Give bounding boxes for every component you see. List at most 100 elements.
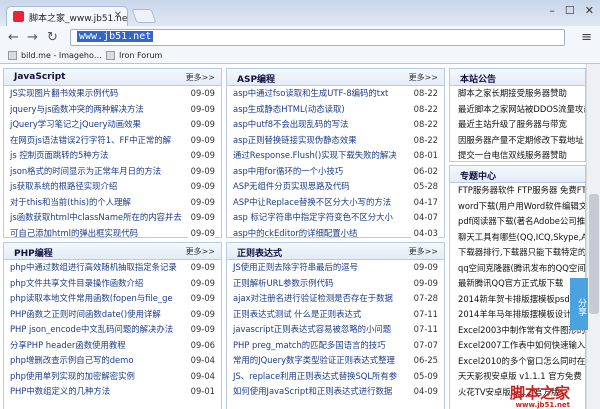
article-item[interactable]: jquery与js函数冲突的两种解决方法 09-09 (4, 101, 221, 117)
back-arrow-icon[interactable]: ← (8, 30, 19, 45)
article-item[interactable]: 如何使用JavaScript和正则表达式进行数据 04-09 (227, 384, 444, 400)
more-link[interactable]: 更多>> (186, 72, 215, 83)
article-item[interactable]: JS使用正则去除字符串最后的逗号 09-09 (227, 260, 444, 276)
notice-section: 本站公告 脚本之家长期接受服务器赞助 最近脚本之家网站被DDOS流量攻击 最近主… (449, 68, 586, 162)
topic-item[interactable]: qq空间克隆器(腾讯发布的QQ空间 (450, 261, 585, 277)
address-bar[interactable]: www.jb51.net (70, 29, 565, 46)
forward-arrow-icon[interactable]: → (27, 30, 38, 45)
new-tab-button[interactable] (131, 9, 157, 23)
section-title: ASP编程 (237, 75, 276, 85)
title-bar: 脚本之家_www.jb51.net ✕ – ☐ ✕ (0, 0, 600, 26)
site-watermark: 脚本之家 www.jb51.net (510, 382, 570, 409)
article-item[interactable]: 可自己添加html的弹出框实现代码 09-09 (4, 225, 221, 241)
topic-item[interactable]: Excel2003中制作常有文件图形的方 (450, 323, 585, 339)
article-item[interactable]: PHP函数之正则时间函数date()使用详解 09-09 (4, 306, 221, 322)
article-item[interactable]: 正则表达式测试 什么是正则表达式 07-11 (227, 306, 444, 322)
article-item[interactable]: js 控制页面跳转的5种方法 09-09 (4, 148, 221, 164)
page-content: JavaScript 更多>> JS实现图片翻书效果示例代码 09-09 jque… (0, 64, 600, 409)
article-item[interactable]: php增删改查示例自己写的demo 09-04 (4, 353, 221, 369)
bookmarks-bar: bild.me - Imageho… Iron Forum (0, 48, 600, 64)
browser-chrome: 脚本之家_www.jb51.net ✕ – ☐ ✕ ← → ↻ www.jb51… (0, 0, 600, 64)
topic-item[interactable]: 最新腾讯QQ官方正式版下载 (450, 276, 585, 292)
watermark-text: 脚本之家 (510, 384, 571, 402)
section-title: PHP编程 (14, 249, 53, 259)
article-item[interactable]: php使用单列实现的加密解密实例 09-04 (4, 368, 221, 384)
javascript-section: JavaScript 更多>> JS实现图片翻书效果示例代码 09-09 jque… (3, 68, 222, 241)
article-item[interactable]: asp中通过fso读取和生成UTF-8编码的txt 08-22 (227, 86, 444, 102)
article-item[interactable]: asp中用for循环的一个小技巧 06-02 (227, 163, 444, 179)
topic-item[interactable]: pdf阅读器下载(著名Adobe公司推 (450, 214, 585, 230)
section-header: 专题中心 (450, 166, 585, 183)
article-item[interactable]: jQuery学习笔记之jQuery动画效果 09-09 (4, 117, 221, 133)
article-item[interactable]: JS实现图片翻书效果示例代码 09-09 (4, 86, 221, 102)
url-text: www.jb51.net (77, 31, 154, 42)
article-item[interactable]: PHP preg_match的匹配多国语言的技巧 07-07 (227, 337, 444, 353)
minimize-icon[interactable]: – (549, 4, 555, 17)
section-title: 专题中心 (460, 172, 497, 182)
topic-item[interactable]: 2014新年贺卡排版摆模板psd设计 (450, 292, 585, 308)
article-item[interactable]: PHP中数组定义的几种方法 09-01 (4, 384, 221, 400)
article-item[interactable]: php中通过数组进行高效随机抽取指定条记录 09-09 (4, 260, 221, 276)
bookmark-item[interactable]: Iron Forum (106, 51, 162, 60)
article-list: php中通过数组进行高效随机抽取指定条记录 09-09 php文件共享文件目录操作… (4, 260, 221, 400)
notice-item[interactable]: 最近主站升级了服务器与带宽 (450, 117, 585, 133)
more-link[interactable]: 更多>> (186, 246, 215, 257)
notice-item[interactable]: 提交一台电信双线服务器赞助 (450, 148, 585, 164)
article-item[interactable]: asp 标记字符串中指定字符变色不区分大小 04-07 (227, 210, 444, 226)
more-link[interactable]: 更多>> (409, 246, 438, 257)
article-item[interactable]: PHP json_encode中文乱码问题的解决办法 09-09 (4, 322, 221, 338)
article-item[interactable]: JS、replace利用正则表达式替换SQL所有参 05-09 (227, 368, 444, 384)
article-list: asp中通过fso读取和生成UTF-8编码的txt 08-22 asp生成静态HT… (227, 86, 444, 241)
article-item[interactable]: json格式的时间显示为正常年月日的方法 09-09 (4, 163, 221, 179)
topic-item[interactable]: Excel2010的多个窗口怎么同时在一 (450, 354, 585, 370)
more-link[interactable]: 更多>> (409, 72, 438, 83)
site-favicon-icon (13, 11, 24, 22)
asp-section: ASP编程 更多>> asp中通过fso读取和生成UTF-8编码的txt 08-2… (226, 68, 445, 241)
regex-section: 正则表达式 更多>> JS使用正则去除字符串最后的逗号 09-09 正则解析URL… (226, 242, 445, 409)
article-item[interactable]: 分享PHP header函数使用教程 09-06 (4, 337, 221, 353)
article-item[interactable]: asp生成静态HTML(动态读取) 08-22 (227, 101, 444, 117)
share-button[interactable]: 分享 (570, 278, 588, 330)
menu-icon[interactable]: ≡ (581, 30, 592, 45)
scrollbar-thumb[interactable] (589, 194, 599, 314)
article-list: JS实现图片翻书效果示例代码 09-09 jquery与js函数冲突的两种解决方法… (4, 86, 221, 241)
article-item[interactable]: js获取系统的根路径实现介绍 09-09 (4, 179, 221, 195)
article-item[interactable]: ASP无组件分页实现思路及代码 05-28 (227, 179, 444, 195)
topic-item[interactable]: FTP服务器软件 FTP服务器 免费FTP (450, 183, 585, 199)
topic-item[interactable]: 聊天工具有哪些(QQ,ICQ,Skype,Aol (450, 230, 585, 246)
article-item[interactable]: js函数获取html中className所在的内容并去 09-09 (4, 210, 221, 226)
article-item[interactable]: 通过Response.Flush()实现下载失败的解决 08-01 (227, 148, 444, 164)
vertical-scrollbar[interactable] (586, 64, 600, 409)
article-item[interactable]: ASP中让Replace替换不区分大小写的方法 04-17 (227, 194, 444, 210)
article-item[interactable]: 正则解析URL参数示例代码 09-09 (227, 275, 444, 291)
close-window-icon[interactable]: ✕ (585, 4, 594, 17)
article-item[interactable]: ajax对注册名进行验证检测是否存在于数据 07-28 (227, 291, 444, 307)
topic-item[interactable]: word下载(用户用Word软件编辑文档 (450, 199, 585, 215)
notice-item[interactable]: 脚本之家长期接受服务器赞助 (450, 86, 585, 102)
article-item[interactable]: asp中utf8不会出现乱码的写法 08-22 (227, 117, 444, 133)
article-item[interactable]: 在网页js语法错误2行字符1、FF中正常的解 09-09 (4, 132, 221, 148)
article-item[interactable]: 常用的JQuery数字类型验证正则表达式整理 06-25 (227, 353, 444, 369)
tab-close-icon[interactable]: ✕ (114, 10, 122, 21)
maximize-icon[interactable]: ☐ (565, 4, 575, 17)
article-item[interactable]: php读取本地文件常用函数(fopen与file_ge 09-09 (4, 291, 221, 307)
topic-item[interactable]: 下载器排行,下载器只能下载特定的文 (450, 245, 585, 261)
bookmark-page-icon (106, 51, 115, 60)
topic-item[interactable]: Excel2007工作表中如何快速输入带 (450, 338, 585, 354)
topics-section: 专题中心 FTP服务器软件 FTP服务器 免费FTP word下载(用户用Wor… (449, 165, 586, 409)
topic-item[interactable]: 2014羊年马年排版摆模板设计 (450, 307, 585, 323)
article-item[interactable]: php文件共享文件目录操作函数介绍 09-09 (4, 275, 221, 291)
reload-icon[interactable]: ↻ (47, 30, 58, 45)
notice-item[interactable]: 因服务器产量不定期修改下载地址 (450, 133, 585, 149)
article-item[interactable]: asp中的ckEditor的详细配置小结 04-03 (227, 225, 444, 241)
section-title: JavaScript (14, 72, 66, 82)
php-section: PHP编程 更多>> php中通过数组进行高效随机抽取指定条记录 09-09 ph… (3, 242, 222, 409)
browser-tab[interactable]: 脚本之家_www.jb51.net ✕ (6, 6, 128, 26)
article-item[interactable]: asp正则替换链接实现伪静态效果 08-22 (227, 132, 444, 148)
article-item[interactable]: 对于this和当前(this)的个人理解 09-09 (4, 194, 221, 210)
section-header: PHP编程 更多>> (4, 243, 221, 260)
article-item[interactable]: javascript正则表达式容易被忽略的小问题 07-11 (227, 322, 444, 338)
notice-item[interactable]: 最近脚本之家网站被DDOS流量攻击 (450, 102, 585, 118)
bookmark-item[interactable]: bild.me - Imageho… (8, 51, 102, 60)
topic-list: FTP服务器软件 FTP服务器 免费FTP word下载(用户用Word软件编辑… (450, 183, 585, 400)
